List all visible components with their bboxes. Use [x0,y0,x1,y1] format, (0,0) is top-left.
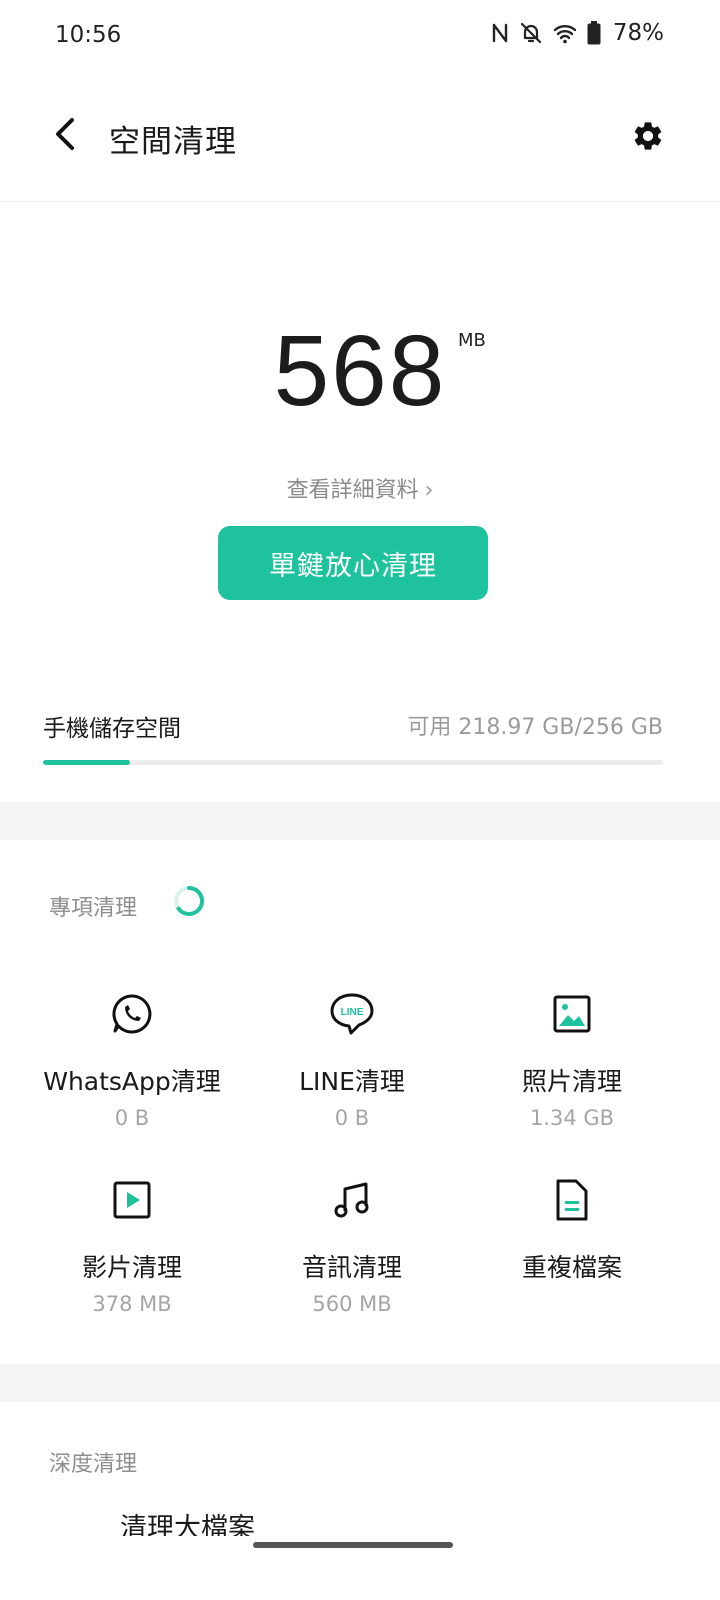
item-label: 影片清理 [81,1253,182,1282]
wifi-icon [553,25,577,44]
section-divider [0,802,720,840]
storage-label: 手機儲存空間 [43,716,181,742]
item-label: LINE清理 [299,1067,405,1096]
video-icon [113,1181,151,1219]
section-title: 專項清理 [49,896,138,921]
deep-cleanup-section: 深度清理 清理大檔案 [0,1400,720,1600]
item-label: WhatsApp清理 [43,1067,221,1096]
view-details-link[interactable]: 查看詳細資料 › [0,472,720,504]
item-label: 照片清理 [521,1067,622,1096]
app-bar: 空間清理 [0,72,720,202]
item-label: 音訊清理 [301,1253,402,1282]
special-cleanup-section: 專項清理 WhatsApp清理 0 B LINE LINE清理 0 B 照片清理… [0,840,720,1364]
gear-icon [634,122,662,150]
item-size: 0 B [334,1106,370,1130]
status-time: 10:56 [55,22,122,48]
photo-icon [553,995,591,1033]
music-icon [334,1182,369,1218]
mute-bell-icon [520,22,541,44]
item-size: 560 MB [312,1292,392,1316]
chevron-right-icon: › [424,478,434,503]
item-size: 1.34 GB [529,1106,615,1130]
battery-percent: 78% [612,20,664,46]
back-button[interactable] [44,112,88,156]
section-divider [0,1364,720,1402]
duplicate-file-icon [556,1179,588,1221]
item-label: 重複檔案 [521,1253,622,1282]
whatsapp-cleanup-item[interactable]: WhatsApp清理 0 B [22,990,242,1130]
line-icon: LINE [330,993,374,1035]
settings-button[interactable] [628,116,668,156]
junk-size-value: 568 [273,315,447,427]
back-arrow-icon [56,118,74,150]
loading-spinner-icon [174,885,205,916]
svg-text:LINE: LINE [341,1007,364,1018]
large-files-item[interactable]: 清理大檔案 [120,1512,255,1536]
item-size: 378 MB [92,1292,172,1316]
one-tap-clean-button[interactable]: 單鍵放心清理 [218,526,488,600]
storage-progress-bar [43,760,663,765]
storage-progress-fill [43,760,130,765]
status-icons: 78% [491,20,664,46]
summary-panel: 568 MB 查看詳細資料 › 單鍵放心清理 手機儲存空間 可用 218.97 G… [0,202,720,802]
video-cleanup-item[interactable]: 影片清理 378 MB [22,1176,242,1316]
duplicate-files-item[interactable]: 重複檔案 [462,1176,682,1292]
junk-size-unit: MB [458,330,486,351]
view-details-label: 查看詳細資料 [286,478,419,503]
section-title: 深度清理 [49,1452,138,1477]
line-cleanup-item[interactable]: LINE LINE清理 0 B [242,990,462,1130]
battery-icon [587,21,601,45]
photo-cleanup-item[interactable]: 照片清理 1.34 GB [462,990,682,1130]
home-indicator[interactable] [253,1542,453,1548]
item-size: 0 B [114,1106,150,1130]
audio-cleanup-item[interactable]: 音訊清理 560 MB [242,1176,462,1316]
whatsapp-icon [112,994,152,1034]
status-bar: 10:56 78% [0,0,720,72]
nfc-icon [492,23,508,43]
page-title: 空間清理 [109,124,237,160]
storage-available: 可用 218.97 GB/256 GB [407,715,663,740]
